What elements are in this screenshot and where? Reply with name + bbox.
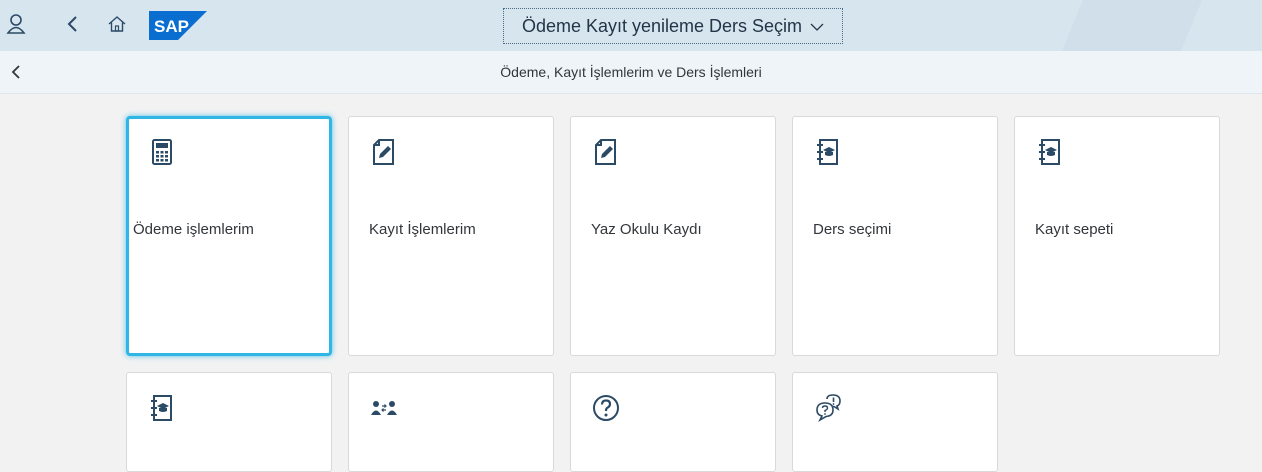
tile-course-book[interactable] bbox=[126, 372, 332, 472]
page-title: Ödeme, Kayıt İşlemlerim ve Ders İşlemler… bbox=[500, 64, 762, 80]
chevron-down-icon bbox=[810, 16, 824, 37]
tile-group-exchange[interactable] bbox=[348, 372, 554, 472]
tile-kayit-sepeti[interactable]: Kayıt sepeti bbox=[1014, 116, 1220, 356]
shell-bar: SAP Ödeme Kayıt yenileme Ders Seçim bbox=[0, 0, 1262, 51]
sap-logo-text: SAP bbox=[154, 17, 189, 36]
tile-help[interactable] bbox=[570, 372, 776, 472]
tile-yaz-okulu-kaydi[interactable]: Yaz Okulu Kaydı bbox=[570, 116, 776, 356]
page-header: Ödeme, Kayıt İşlemlerim ve Ders İşlemler… bbox=[0, 51, 1262, 94]
nav-back-button[interactable] bbox=[4, 60, 28, 84]
tile-discussion[interactable] bbox=[792, 372, 998, 472]
sap-logo[interactable]: SAP bbox=[149, 11, 207, 40]
app-title: Ödeme Kayıt yenileme Ders Seçim bbox=[521, 15, 803, 36]
tile-odeme-islemlerim[interactable]: Ödeme işlemlerim bbox=[126, 116, 332, 356]
calculator-icon bbox=[152, 139, 172, 165]
course-book-icon bbox=[1039, 139, 1060, 165]
tile-kayit-islemlerim[interactable]: Kayıt İşlemlerim bbox=[348, 116, 554, 356]
question-mark-icon bbox=[593, 395, 619, 421]
shell-decoration bbox=[1062, 0, 1202, 51]
tile-label: Yaz Okulu Kaydı bbox=[591, 221, 702, 238]
tile-label: Kayıt sepeti bbox=[1035, 221, 1114, 238]
edit-document-icon bbox=[373, 139, 394, 165]
tile-label: Ödeme işlemlerim bbox=[133, 221, 254, 238]
chevron-left-icon bbox=[11, 65, 20, 79]
tile-label: Ders seçimi bbox=[813, 221, 892, 238]
app-title-menu[interactable]: Ödeme Kayıt yenileme Ders Seçim bbox=[503, 8, 843, 44]
home-icon[interactable] bbox=[105, 12, 129, 36]
discussion-icon bbox=[816, 394, 841, 423]
back-icon[interactable] bbox=[60, 12, 84, 36]
group-exchange-icon bbox=[371, 401, 397, 415]
tile-ders-secimi[interactable]: Ders seçimi bbox=[792, 116, 998, 356]
user-icon[interactable] bbox=[4, 12, 28, 36]
edit-document-icon bbox=[595, 139, 616, 165]
course-book-icon bbox=[151, 395, 172, 421]
tile-label: Kayıt İşlemlerim bbox=[369, 221, 476, 238]
course-book-icon bbox=[817, 139, 838, 165]
